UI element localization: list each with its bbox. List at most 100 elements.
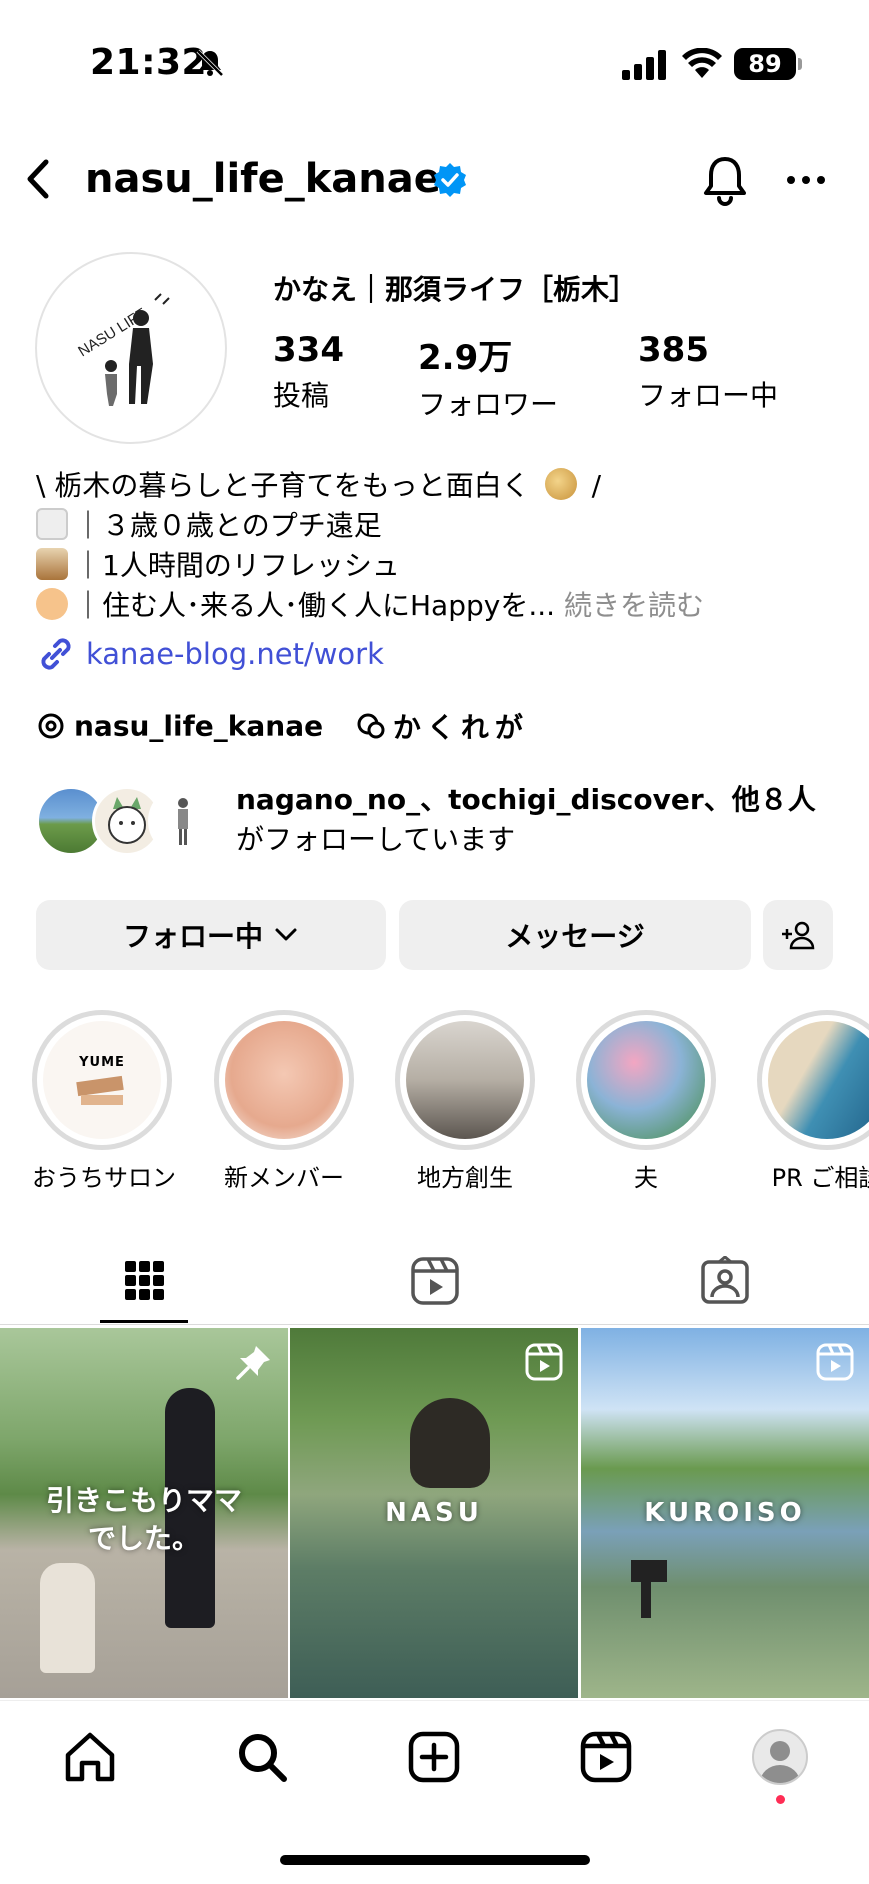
chat-bubble-icon: [357, 713, 385, 739]
highlight-item[interactable]: 地方創生: [395, 1010, 535, 1193]
bubble-tea-emoji-icon: [36, 548, 68, 580]
bottom-navigation: [0, 1700, 869, 1884]
bio-line-3: ｜1人時間のリフレッシュ: [36, 546, 846, 586]
home-indicator: [280, 1855, 590, 1865]
bio-line-3-text: ｜1人時間のリフレッシュ: [74, 549, 400, 582]
highlight-item[interactable]: 夫: [576, 1010, 716, 1193]
threads-badge-row[interactable]: nasu_life_kanae かくれが: [36, 706, 529, 746]
followed-by-names: nagano_no_、tochigi_discover、他８人: [236, 783, 816, 816]
highlight-label: おうちサロン: [32, 1164, 176, 1192]
bell-off-icon: [196, 49, 224, 77]
add-person-icon: [782, 921, 815, 950]
tabs-divider: [0, 1324, 869, 1325]
post-tile[interactable]: NASU: [290, 1328, 578, 1698]
create-post-icon[interactable]: [406, 1729, 462, 1785]
bio-line-4: ｜住む人･来る人･働く人にHappyを... 続きを読む: [36, 586, 846, 626]
stat-followers[interactable]: 2.9万 フォロワー: [418, 330, 558, 423]
default-avatar-icon: [760, 1741, 800, 1783]
stat-followers-label: フォロワー: [418, 388, 559, 421]
threads-handle: nasu_life_kanae: [74, 709, 324, 743]
post-tile[interactable]: KUROISO: [581, 1328, 869, 1698]
pin-icon: [236, 1346, 270, 1380]
reel-icon: [816, 1343, 854, 1381]
highlight-item[interactable]: YUME おうちサロン: [32, 1010, 176, 1193]
cellular-signal-icon: [622, 50, 666, 80]
stat-posts-label: 投稿: [273, 379, 330, 412]
reels-nav-icon[interactable]: [578, 1729, 634, 1785]
profile-website-link[interactable]: kanae-blog.net/work: [36, 636, 384, 672]
link-icon: [41, 638, 71, 670]
bio-line-2-text: ｜３歳０歳とのプチ遠足: [74, 509, 382, 542]
post-tile[interactable]: 引きこもりママ でした。: [0, 1328, 288, 1698]
stat-followers-value: 2.9万: [418, 338, 513, 378]
profile-header: nasu_life_kanae: [0, 140, 869, 220]
highlight-cover: YUME: [43, 1021, 161, 1139]
profile-bio: \ 栃木の暮らしと子育てをもっと面白く / ｜３歳０歳とのプチ遠足 ｜1人時間の…: [36, 466, 846, 626]
website-link-text: kanae-blog.net/work: [86, 637, 384, 671]
stat-posts[interactable]: 334 投稿: [273, 330, 344, 414]
tab-reels[interactable]: [290, 1236, 580, 1326]
highlight-cover: [587, 1021, 705, 1139]
reel-icon: [525, 1343, 563, 1381]
highlight-item[interactable]: 新メンバー: [214, 1010, 354, 1193]
active-tab-indicator: [100, 1320, 188, 1323]
message-button[interactable]: メッセージ: [399, 900, 751, 970]
threads-extra-label: かくれが: [392, 711, 529, 744]
highlight-ring: [214, 1010, 354, 1150]
home-icon[interactable]: [62, 1729, 118, 1785]
tagged-person-icon: [701, 1256, 749, 1304]
bio-read-more-link[interactable]: 続きを読む: [555, 589, 704, 622]
highlight-ring: [757, 1010, 869, 1150]
tab-posts-grid[interactable]: [0, 1236, 290, 1326]
bio-line-2: ｜３歳０歳とのプチ遠足: [36, 506, 846, 546]
stat-following-label: フォロー中: [638, 379, 779, 412]
chevron-down-icon: [275, 928, 297, 941]
profile-display-name: かなえ｜那須ライフ［栃木］: [273, 273, 638, 306]
followed-by-text: nagano_no_、tochigi_discover、他８人 がフォローしてい…: [236, 780, 816, 860]
highlight-cover: [225, 1021, 343, 1139]
highlight-label: 地方創生: [417, 1164, 513, 1192]
status-time: 21:32: [90, 42, 208, 83]
highlight-ring: [395, 1010, 535, 1150]
posts-grid: 引きこもりママ でした。 NASU KUROISO: [0, 1328, 869, 1698]
stat-following[interactable]: 385 フォロー中: [638, 330, 778, 414]
more-options-icon[interactable]: [786, 174, 826, 186]
profile-tab-avatar[interactable]: [752, 1729, 808, 1785]
followed-by-suffix: がフォローしています: [236, 823, 516, 856]
followed-by-row[interactable]: nagano_no_、tochigi_discover、他８人 がフォローしてい…: [36, 780, 856, 860]
heart-hands-emoji-icon: [36, 588, 68, 620]
grid-icon: [125, 1261, 164, 1300]
following-button-label: フォロー中: [122, 920, 263, 953]
profile-username: nasu_life_kanae: [85, 156, 441, 202]
avatar-illustration: NASU LIFE: [75, 293, 170, 406]
status-bar: 21:32 89: [0, 0, 869, 120]
bio-line-1-end: /: [582, 469, 602, 502]
profile-avatar[interactable]: NASU LIFE: [35, 252, 227, 444]
following-button[interactable]: フォロー中: [36, 900, 386, 970]
suggested-users-button[interactable]: [763, 900, 833, 970]
battery-icon: 89: [734, 48, 796, 80]
highlight-label: 新メンバー: [224, 1164, 344, 1192]
highlight-cover: [768, 1021, 869, 1139]
verified-badge-icon: [434, 163, 466, 197]
post-overlay-text: NASU: [385, 1498, 483, 1528]
post-overlay-text: KUROISO: [644, 1498, 806, 1528]
tab-tagged[interactable]: [580, 1236, 869, 1326]
profile-content-tabs: [0, 1236, 869, 1326]
highlight-cover-text: YUME: [79, 1055, 125, 1070]
notification-bell-icon[interactable]: [700, 154, 750, 206]
bio-line-1: \ 栃木の暮らしと子育てをもっと面白く /: [36, 466, 846, 506]
post-overlay-text: 引きこもりママ でした。: [45, 1484, 242, 1555]
message-button-label: メッセージ: [505, 920, 645, 953]
goose-emoji-icon: [36, 508, 68, 540]
follower-avatar-3: [148, 786, 218, 856]
bio-line-4-text: ｜住む人･来る人･働く人にHappyを...: [74, 589, 556, 622]
back-arrow-icon[interactable]: [18, 154, 58, 204]
reels-icon: [411, 1257, 459, 1305]
bio-line-1-text: \ 栃木の暮らしと子育てをもっと面白く: [36, 469, 530, 502]
stat-posts-value: 334: [273, 330, 344, 370]
search-icon[interactable]: [234, 1729, 290, 1785]
ringed-planet-emoji-icon: [544, 468, 577, 500]
highlight-item[interactable]: PR ご相談: [757, 1010, 869, 1193]
stat-following-value: 385: [638, 330, 709, 370]
